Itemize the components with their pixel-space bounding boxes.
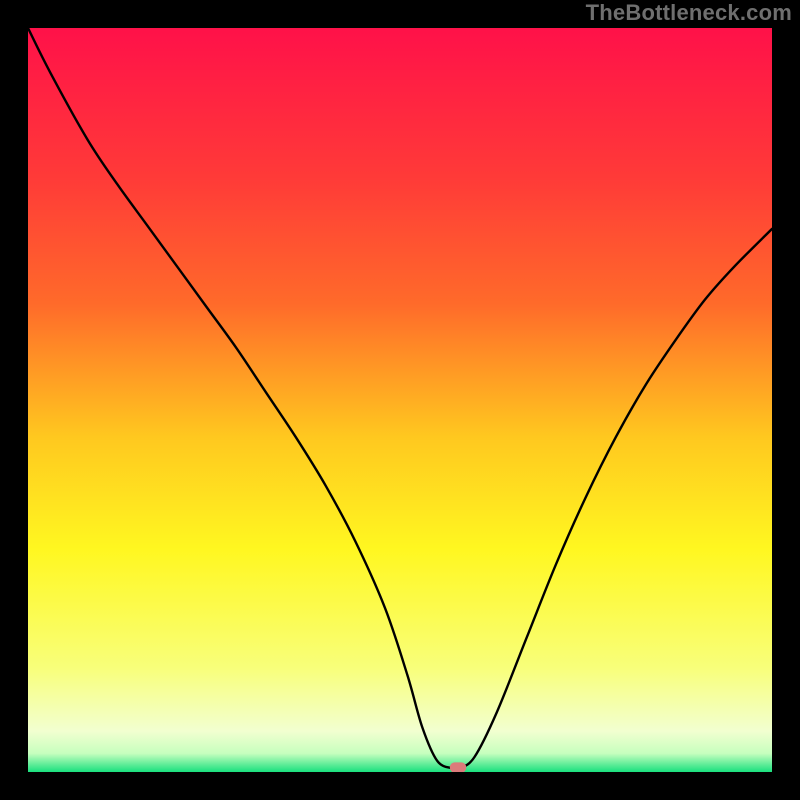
plot-area [28, 28, 772, 772]
chart-frame: TheBottleneck.com [0, 0, 800, 800]
optimal-point-marker [450, 762, 466, 772]
chart-svg [28, 28, 772, 772]
watermark-label: TheBottleneck.com [586, 0, 792, 26]
gradient-background [28, 28, 772, 772]
